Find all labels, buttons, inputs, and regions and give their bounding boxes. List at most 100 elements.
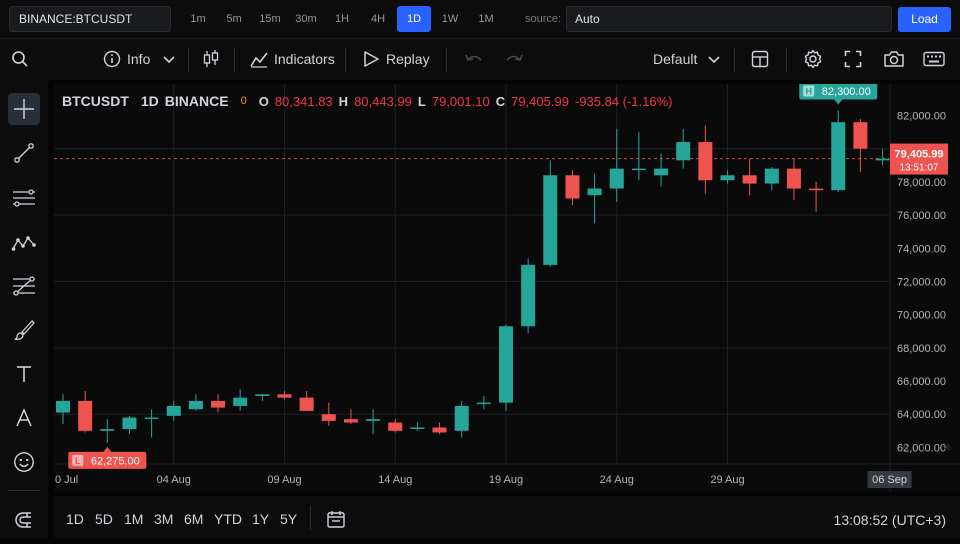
candle-body[interactable] bbox=[277, 394, 292, 398]
candle-body[interactable] bbox=[166, 405, 181, 416]
range-6m[interactable]: 6M bbox=[184, 496, 203, 542]
replay-button[interactable]: Replay bbox=[362, 39, 430, 79]
interval-15m[interactable]: 15m bbox=[253, 6, 287, 32]
trend-line-tool[interactable] bbox=[8, 137, 40, 169]
screenshot-button[interactable] bbox=[883, 39, 905, 79]
info-button[interactable]: Info bbox=[103, 39, 176, 79]
chart-toolbar: Info Indicators Replay Default bbox=[0, 38, 960, 80]
candle-body[interactable] bbox=[499, 326, 513, 403]
candle-body[interactable] bbox=[631, 168, 646, 171]
settings-button[interactable] bbox=[803, 39, 823, 79]
candle-body[interactable] bbox=[144, 417, 159, 420]
candle-body[interactable] bbox=[122, 417, 137, 430]
horizontal-lines-tool[interactable] bbox=[8, 182, 40, 214]
range-1m[interactable]: 1M bbox=[124, 496, 143, 542]
layout-selector[interactable]: Default bbox=[653, 39, 721, 79]
load-button[interactable]: Load bbox=[898, 7, 951, 32]
candle-body[interactable] bbox=[609, 168, 624, 189]
interval-1w[interactable]: 1W bbox=[433, 6, 467, 32]
clock[interactable]: 13:08:52 (UTC+3) bbox=[834, 496, 946, 544]
candle-body[interactable] bbox=[255, 394, 270, 396]
play-icon bbox=[364, 51, 379, 67]
candle-body[interactable] bbox=[698, 142, 713, 181]
candle-body[interactable] bbox=[521, 264, 536, 327]
crosshair-tool[interactable] bbox=[8, 93, 40, 125]
candle-body[interactable] bbox=[831, 122, 846, 191]
interval-1m[interactable]: 1M bbox=[469, 6, 503, 32]
emoji-tool[interactable] bbox=[8, 446, 40, 478]
time-tick-label: 14 Aug bbox=[378, 474, 412, 486]
candle-body[interactable] bbox=[809, 188, 824, 191]
candle-body[interactable] bbox=[366, 419, 381, 421]
candle-body[interactable] bbox=[211, 400, 226, 408]
range-1y[interactable]: 1Y bbox=[252, 496, 269, 542]
interval-5m[interactable]: 5m bbox=[217, 6, 251, 32]
annotation-tool[interactable] bbox=[8, 402, 40, 434]
candle-body[interactable] bbox=[543, 175, 558, 265]
price-tick-label: 68,000.00 bbox=[897, 343, 946, 355]
redo-button[interactable] bbox=[504, 39, 524, 79]
legend-close-label: C bbox=[495, 93, 506, 109]
candle-body[interactable] bbox=[388, 422, 403, 431]
candle-body[interactable] bbox=[654, 168, 669, 176]
range-ytd[interactable]: YTD bbox=[214, 496, 242, 542]
candle-body[interactable] bbox=[100, 429, 115, 431]
candle-body[interactable] bbox=[454, 405, 469, 431]
chart-area[interactable]: 62,000.00 64,000.00 66,000.00 68,000.00 70,0… bbox=[54, 82, 960, 492]
interval-1d[interactable]: 1D bbox=[397, 6, 431, 32]
fullscreen-icon bbox=[844, 50, 862, 68]
interval-1h[interactable]: 1H bbox=[325, 6, 359, 32]
undo-button[interactable] bbox=[464, 39, 484, 79]
letter-a-icon bbox=[16, 408, 32, 427]
candle-body[interactable] bbox=[587, 188, 602, 196]
candle-body[interactable] bbox=[56, 400, 70, 413]
interval-1m[interactable]: 1m bbox=[181, 6, 215, 32]
candle-body[interactable] bbox=[742, 175, 757, 184]
candle-body[interactable] bbox=[565, 175, 580, 199]
candle-body[interactable] bbox=[343, 419, 358, 423]
candle-body[interactable] bbox=[853, 122, 868, 149]
candle-body[interactable] bbox=[188, 400, 203, 410]
range-5d[interactable]: 5D bbox=[95, 496, 113, 542]
market-status-indicator: 0 bbox=[240, 95, 247, 107]
candle-body[interactable] bbox=[432, 427, 447, 433]
candle-body[interactable] bbox=[786, 168, 801, 189]
fullscreen-button[interactable] bbox=[844, 39, 862, 79]
magnet-tool[interactable] bbox=[8, 504, 40, 536]
candle-body[interactable] bbox=[476, 402, 491, 405]
candle-body[interactable] bbox=[720, 175, 735, 181]
trend-line-icon bbox=[14, 143, 34, 163]
text-tool[interactable] bbox=[8, 358, 40, 390]
brush-tool[interactable] bbox=[8, 314, 40, 346]
toolbar-divider bbox=[234, 48, 235, 72]
candle-body[interactable] bbox=[764, 168, 779, 184]
toolbar-divider bbox=[446, 48, 447, 72]
candle-body[interactable] bbox=[676, 142, 691, 161]
keyboard-button[interactable] bbox=[923, 39, 945, 79]
fib-tool[interactable] bbox=[8, 270, 40, 302]
legend-symbol: BTCUSDT bbox=[62, 93, 129, 109]
pattern-tool[interactable] bbox=[8, 226, 40, 258]
range-3m[interactable]: 3M bbox=[154, 496, 173, 542]
symbol-input[interactable]: BINANCE:BTCUSDT bbox=[9, 6, 171, 32]
range-1d[interactable]: 1D bbox=[66, 496, 84, 542]
source-input[interactable]: Auto bbox=[566, 6, 892, 32]
candlestick-chart[interactable]: 62,000.0064,000.0066,000.0068,000.0070,0… bbox=[54, 82, 960, 492]
chart-type-button[interactable] bbox=[202, 39, 220, 79]
candle-body[interactable] bbox=[233, 397, 248, 406]
candle-body[interactable] bbox=[410, 427, 425, 429]
candle-body[interactable] bbox=[321, 414, 336, 421]
layout-grid-button[interactable] bbox=[751, 39, 769, 79]
candle-body[interactable] bbox=[78, 400, 93, 431]
search-button[interactable] bbox=[11, 39, 29, 79]
high-marker-pointer bbox=[834, 99, 843, 105]
candle-body[interactable] bbox=[875, 158, 890, 161]
range-5y[interactable]: 5Y bbox=[280, 496, 297, 542]
interval-4h[interactable]: 4H bbox=[361, 6, 395, 32]
bar-countdown: 13:51:07 bbox=[900, 163, 939, 174]
candle-body[interactable] bbox=[299, 397, 314, 411]
indicators-button[interactable]: Indicators bbox=[250, 39, 335, 79]
legend-high-value: 80,443.99 bbox=[354, 93, 412, 109]
interval-30m[interactable]: 30m bbox=[289, 6, 323, 32]
date-range-button[interactable] bbox=[326, 509, 346, 534]
